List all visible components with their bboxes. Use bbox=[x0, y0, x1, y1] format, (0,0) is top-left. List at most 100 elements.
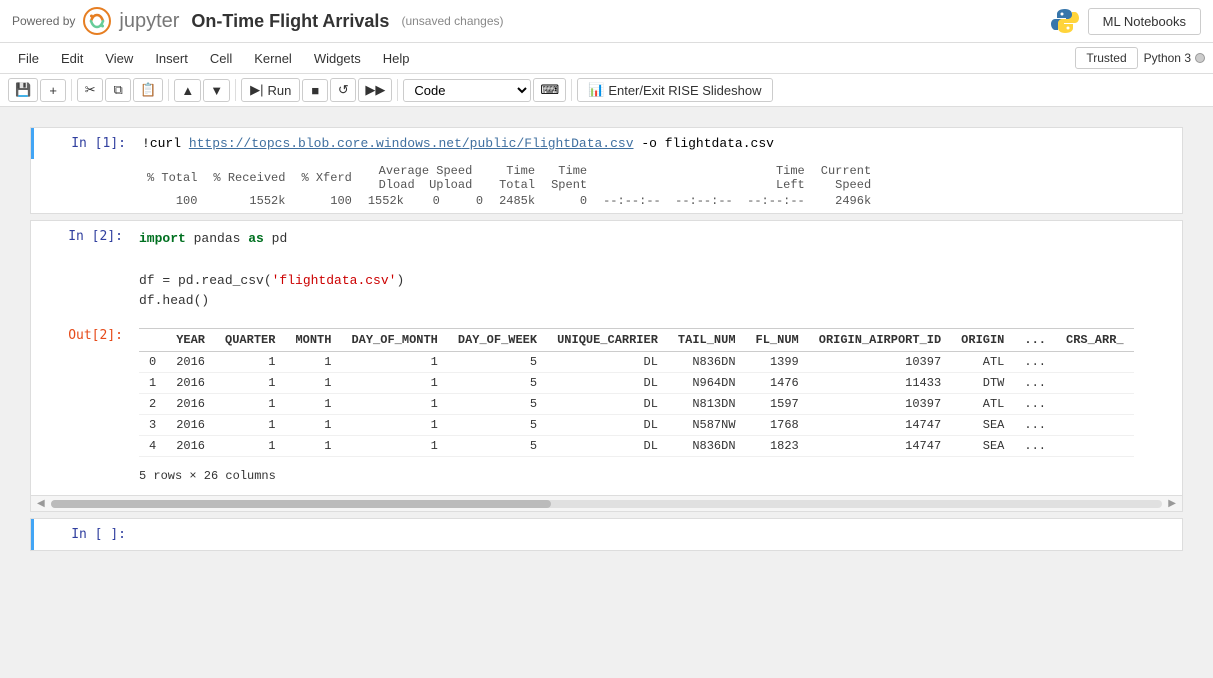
paste-button[interactable]: 📋 bbox=[133, 78, 163, 102]
rows-summary-label: 5 rows × 26 columns bbox=[139, 463, 1174, 487]
cell-2-content[interactable]: import pandas as pd df = pd.read_csv('fl… bbox=[131, 221, 1182, 320]
dl-time-dashes: --:--:-- --:--:-- --:--:-- bbox=[595, 193, 813, 209]
cell-1-download-output: % Total % Received % Xferd Average Speed… bbox=[131, 159, 1182, 213]
run-button[interactable]: ▶| Run bbox=[241, 78, 300, 102]
move-down-button[interactable]: ▼ bbox=[203, 79, 230, 102]
bar-chart-icon: 📊 bbox=[588, 82, 604, 98]
row-2-dow: 5 bbox=[448, 394, 547, 415]
menubar-right: Trusted Python 3 bbox=[1075, 47, 1205, 69]
row-3-carrier: DL bbox=[547, 415, 668, 436]
rise-slideshow-button[interactable]: 📊 Enter/Exit RISE Slideshow bbox=[577, 78, 772, 102]
col-header-crs-arr: CRS_ARR_ bbox=[1056, 329, 1134, 352]
row-4-idx: 4 bbox=[139, 436, 166, 457]
add-cell-button[interactable]: + bbox=[40, 79, 66, 102]
cell-2-line-1: import pandas as pd bbox=[139, 229, 1174, 250]
menubar: File Edit View Insert Cell Kernel Widget… bbox=[0, 43, 1213, 74]
scroll-thumb[interactable] bbox=[51, 500, 551, 508]
table-row: 4 2016 1 1 1 5 DL N836DN 1823 14747 SEA … bbox=[139, 436, 1134, 457]
move-up-button[interactable]: ▲ bbox=[174, 79, 201, 102]
cell-2-container: In [2]: import pandas as pd df = pd.read… bbox=[31, 221, 1182, 320]
row-4-flnum: 1823 bbox=[746, 436, 809, 457]
row-1-quarter: 1 bbox=[215, 373, 285, 394]
cell-1-rest: -o flightdata.csv bbox=[634, 136, 774, 151]
row-3-origin-id: 14747 bbox=[809, 415, 951, 436]
close-paren: ) bbox=[396, 273, 404, 288]
col-header-year: YEAR bbox=[166, 329, 215, 352]
dl-size-1: 1552k bbox=[205, 193, 293, 209]
row-4-origin-id: 14747 bbox=[809, 436, 951, 457]
col-header-quarter: QUARTER bbox=[215, 329, 285, 352]
dl-pct-total-val: 100 bbox=[139, 193, 205, 209]
cell-2-line-blank bbox=[139, 250, 1174, 271]
cell-1-curl: curl bbox=[150, 136, 189, 151]
rise-label: Enter/Exit RISE Slideshow bbox=[608, 83, 761, 98]
menu-help[interactable]: Help bbox=[373, 48, 420, 69]
col-pct-total: % Total bbox=[139, 163, 205, 193]
restart-button[interactable]: ↺ bbox=[330, 78, 356, 102]
run-icon: ▶| bbox=[250, 82, 263, 98]
row-1-carrier: DL bbox=[547, 373, 668, 394]
interrupt-button[interactable]: ■ bbox=[302, 79, 328, 102]
col-pct-xferd: % Xferd bbox=[293, 163, 359, 193]
cell-2-prompt: In [2]: bbox=[31, 221, 131, 320]
header: Powered by jupyter On-Time Flight Arriva… bbox=[0, 0, 1213, 43]
row-4-month: 1 bbox=[285, 436, 341, 457]
col-pct-received: % Received bbox=[205, 163, 293, 193]
ml-notebooks-button[interactable]: ML Notebooks bbox=[1088, 8, 1201, 35]
row-2-month: 1 bbox=[285, 394, 341, 415]
save-button[interactable]: 💾 bbox=[8, 78, 38, 102]
row-1-year: 2016 bbox=[166, 373, 215, 394]
row-4-tail: N836DN bbox=[668, 436, 746, 457]
cell-1-content[interactable]: !curl https://topcs.blob.core.windows.ne… bbox=[134, 128, 1182, 159]
scroll-track[interactable] bbox=[51, 500, 1163, 508]
cell-1-exclaim: ! bbox=[142, 136, 150, 151]
df-assign: df = pd.read_csv( bbox=[139, 273, 272, 288]
row-0-year: 2016 bbox=[166, 352, 215, 373]
cell-3: In [ ]: bbox=[30, 518, 1183, 551]
cut-button[interactable]: ✂ bbox=[77, 78, 103, 102]
row-0-origin-id: 10397 bbox=[809, 352, 951, 373]
col-header-ellipsis: ... bbox=[1014, 329, 1056, 352]
menu-view[interactable]: View bbox=[95, 48, 143, 69]
row-3-quarter: 1 bbox=[215, 415, 285, 436]
as-keyword: as bbox=[248, 231, 264, 246]
notebook-title: On-Time Flight Arrivals bbox=[191, 11, 389, 32]
horizontal-scrollbar[interactable]: ◀ ▶ bbox=[31, 495, 1182, 511]
dl-size-2: 1552k 0 0 bbox=[360, 193, 491, 209]
dl-time-total: 0 bbox=[543, 193, 595, 209]
row-4-year: 2016 bbox=[166, 436, 215, 457]
menu-edit[interactable]: Edit bbox=[51, 48, 93, 69]
copy-button[interactable]: ⧉ bbox=[105, 78, 131, 102]
row-3-idx: 3 bbox=[139, 415, 166, 436]
cell-3-content[interactable] bbox=[134, 519, 1182, 550]
row-2-flnum: 1597 bbox=[746, 394, 809, 415]
toolbar-separator-4 bbox=[397, 79, 398, 101]
toolbar: 💾 + ✂ ⧉ 📋 ▲ ▼ ▶| Run ■ ↺ ▶▶ Code Markdow… bbox=[0, 74, 1213, 107]
menu-file[interactable]: File bbox=[8, 48, 49, 69]
row-1-origin: DTW bbox=[951, 373, 1014, 394]
col-header-tail-num: TAIL_NUM bbox=[668, 329, 746, 352]
menu-kernel[interactable]: Kernel bbox=[244, 48, 302, 69]
keyboard-shortcuts-button[interactable]: ⌨ bbox=[533, 78, 566, 102]
powered-by-label: Powered by bbox=[12, 14, 75, 28]
cell-1-prompt: In [1]: bbox=[34, 128, 134, 159]
import-keyword: import bbox=[139, 231, 186, 246]
menu-cell[interactable]: Cell bbox=[200, 48, 242, 69]
toolbar-separator-3 bbox=[235, 79, 236, 101]
scroll-left-arrow[interactable]: ◀ bbox=[35, 498, 47, 509]
cell-1-output: % Total % Received % Xferd Average Speed… bbox=[31, 159, 1182, 213]
cell-type-select[interactable]: Code Markdown Raw NBConvert bbox=[403, 79, 531, 102]
row-2-quarter: 1 bbox=[215, 394, 285, 415]
menu-widgets[interactable]: Widgets bbox=[304, 48, 371, 69]
dl-speed: 2485k bbox=[491, 193, 543, 209]
row-4-dots: ... bbox=[1014, 436, 1056, 457]
table-row: 1 2016 1 1 1 5 DL N964DN 1476 11433 DTW … bbox=[139, 373, 1134, 394]
notebook-area: In [1]: !curl https://topcs.blob.core.wi… bbox=[0, 107, 1213, 667]
restart-run-button[interactable]: ▶▶ bbox=[358, 78, 392, 102]
row-3-month: 1 bbox=[285, 415, 341, 436]
scroll-right-arrow[interactable]: ▶ bbox=[1166, 498, 1178, 509]
row-0-dow: 5 bbox=[448, 352, 547, 373]
row-2-tail: N813DN bbox=[668, 394, 746, 415]
menu-insert[interactable]: Insert bbox=[145, 48, 198, 69]
trusted-button[interactable]: Trusted bbox=[1075, 47, 1137, 69]
